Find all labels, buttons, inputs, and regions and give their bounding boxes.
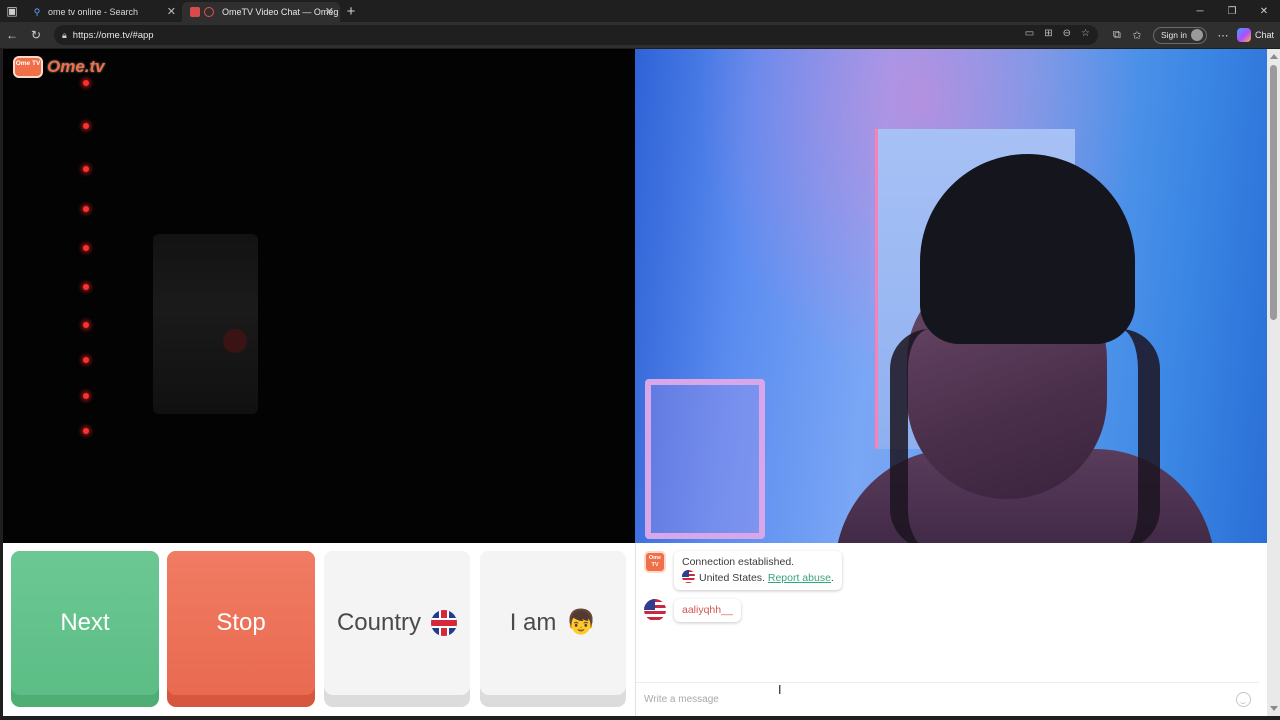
favorite-star-icon[interactable]: ☆ <box>1081 28 1090 39</box>
close-icon[interactable]: ✕ <box>325 5 334 18</box>
system-message: Ome TV Connection established. United St… <box>644 551 842 590</box>
message-bubble: Connection established. United States. R… <box>674 551 842 590</box>
next-button-face: Next <box>11 551 159 695</box>
copilot-chat-button[interactable]: Chat <box>1236 26 1274 44</box>
tab-label: ome tv online - Search <box>48 7 139 17</box>
iam-label: I am <box>509 609 557 636</box>
connection-text: Connection established. <box>682 556 795 568</box>
refresh-button[interactable]: ↻ <box>24 23 48 47</box>
scroll-down-arrow-icon[interactable] <box>1270 706 1278 711</box>
led-light <box>83 284 89 290</box>
more-menu-icon[interactable]: ⋯ <box>1213 29 1233 42</box>
background-object <box>223 329 247 353</box>
local-video: Ome TV Ome.tv <box>3 49 635 543</box>
tracking-icon[interactable]: ⊖ <box>1063 28 1071 39</box>
background-shelf <box>153 234 258 414</box>
boy-icon: 👦 <box>566 609 597 636</box>
gender-button[interactable]: I am 👦 <box>480 551 626 707</box>
report-suffix: . <box>830 572 834 584</box>
restore-button[interactable]: ❐ <box>1216 0 1248 22</box>
apps-icon[interactable]: ⊞ <box>1044 28 1052 39</box>
url-actions: ▭ ⊞ ⊖ ☆ <box>1025 28 1090 39</box>
led-light <box>83 245 89 251</box>
room-chair <box>645 379 765 539</box>
stop-label: Stop <box>216 609 266 636</box>
profile-avatar <box>1190 29 1203 41</box>
led-light <box>83 393 89 399</box>
report-abuse-link[interactable]: Report abuse <box>768 572 831 584</box>
message-bubble: aaliyqhh__ <box>674 599 741 622</box>
scrollbar-thumb[interactable] <box>1270 65 1277 320</box>
window-close-button[interactable]: ✕ <box>1248 0 1280 22</box>
led-light <box>83 123 89 129</box>
chat-label: Chat <box>1254 30 1274 40</box>
country-text: United States. <box>699 572 765 584</box>
new-tab-button[interactable]: + <box>340 1 362 21</box>
text-cursor-icon: I <box>778 683 782 697</box>
next-button[interactable]: Next <box>11 551 159 707</box>
back-button[interactable]: ← <box>0 23 24 47</box>
camera-icon[interactable]: ▭ <box>1025 28 1034 39</box>
tab-ometv[interactable]: OmeTV Video Chat — Omeg ✕ <box>182 2 340 22</box>
recording-icon <box>204 7 214 17</box>
tab-actions-icon[interactable]: ▣ <box>0 0 24 22</box>
stop-button[interactable]: Stop <box>167 551 315 707</box>
site-info-icon[interactable]: 🔒︎ <box>62 30 67 41</box>
ometv-avatar-icon: Ome TV <box>644 551 666 573</box>
stop-button-face: Stop <box>167 551 315 695</box>
scroll-up-arrow-icon[interactable] <box>1270 54 1278 59</box>
ometv-logo[interactable]: Ome TV Ome.tv <box>13 56 105 78</box>
address-bar: ← ↻ 🔒︎ https://ome.tv/#app ▭ ⊞ ⊖ ☆ ⧉ ✩ S… <box>0 22 1280 48</box>
search-icon: ⚲ <box>33 7 41 17</box>
uk-flag-icon <box>431 610 458 636</box>
stranger-message: aaliyqhh__ <box>644 599 741 622</box>
copilot-icon <box>1236 28 1251 42</box>
next-label: Next <box>60 609 110 636</box>
stranger-username: aaliyqhh__ <box>682 604 733 616</box>
window-controls: ─ ❐ ✕ <box>1184 0 1280 22</box>
sign-in-button[interactable]: Sign in <box>1152 26 1207 44</box>
ometv-favicon <box>190 7 200 17</box>
led-strip <box>3 49 123 543</box>
tab-label: OmeTV Video Chat — Omeg <box>222 7 339 17</box>
emoji-icon[interactable] <box>1236 692 1251 707</box>
us-flag-icon <box>682 570 695 583</box>
sign-in-label: Sign in <box>1160 30 1187 40</box>
chat-panel: Ome TV Connection established. United St… <box>635 543 1259 716</box>
us-flag-avatar-icon <box>644 599 666 621</box>
led-light <box>83 206 89 212</box>
country-line: United States. Report abuse. <box>682 570 834 586</box>
tab-bar: ▣ ⚲ ome tv online - Search ✕ OmeTV Video… <box>0 0 1280 22</box>
extensions-icon[interactable]: ⧉ <box>1107 29 1127 42</box>
ometv-logo-text: Ome.tv <box>47 57 105 76</box>
led-light <box>83 166 89 172</box>
led-light <box>83 80 89 86</box>
message-input-row <box>636 682 1259 716</box>
person-hair <box>890 329 1160 543</box>
ometv-logo-icon: Ome TV <box>13 56 43 78</box>
page-scrollbar[interactable] <box>1267 49 1280 716</box>
message-input[interactable] <box>644 694 1204 705</box>
toolbar-right: ⧉ ✩ Sign in ⋯ Chat <box>1107 22 1280 48</box>
tab-search[interactable]: ⚲ ome tv online - Search ✕ <box>24 2 182 22</box>
remote-video <box>635 49 1267 543</box>
ometv-app: Ome TV Ome.tv Next Stop Country I am 👦 O… <box>3 49 1267 716</box>
gender-button-face: I am 👦 <box>480 551 626 695</box>
led-light <box>83 428 89 434</box>
led-light <box>83 322 89 328</box>
close-icon[interactable]: ✕ <box>167 5 176 18</box>
country-button-face: Country <box>324 551 470 695</box>
minimize-button[interactable]: ─ <box>1184 0 1216 22</box>
country-label: Country <box>336 609 422 636</box>
favorites-icon[interactable]: ✩ <box>1127 29 1147 42</box>
country-button[interactable]: Country <box>324 551 470 707</box>
led-light <box>83 357 89 363</box>
url-field[interactable]: 🔒︎ https://ome.tv/#app ▭ ⊞ ⊖ ☆ <box>54 25 1098 45</box>
url-text: https://ome.tv/#app <box>72 29 154 41</box>
